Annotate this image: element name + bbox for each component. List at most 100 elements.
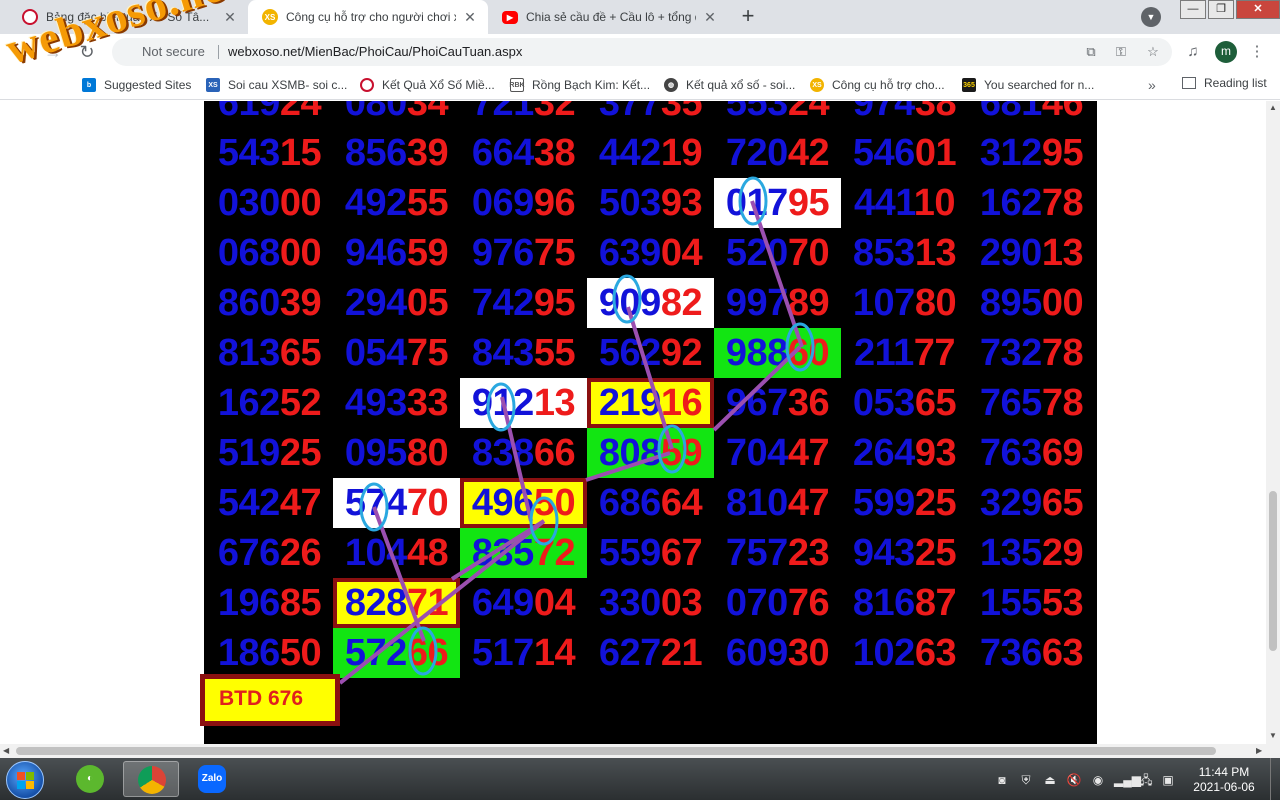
address-bar[interactable]: Not secure webxoso.net/MienBac/PhoiCau/P…	[112, 38, 1172, 66]
scroll-down-icon[interactable]: ▼	[1269, 731, 1277, 740]
tab-search-icon[interactable]: ▼	[1141, 7, 1161, 27]
taskbar-zalo[interactable]: Zalo	[184, 761, 240, 797]
horizontal-scrollbar[interactable]: ◀ ▶	[0, 744, 1280, 758]
shield-icon[interactable]: ⛨	[1018, 772, 1034, 788]
number-cell: 68146	[979, 101, 1084, 124]
number-cell: 05365	[852, 382, 957, 424]
close-icon[interactable]: ✕	[462, 9, 478, 26]
close-icon[interactable]: ✕	[702, 9, 718, 26]
board-row: 54315 85639 66438 44219 72042 54601 31295	[204, 128, 1097, 178]
avatar[interactable]: m	[1215, 41, 1237, 63]
xs-icon: XS	[206, 78, 220, 92]
bookmark-ket-qua[interactable]: Kết Quả Xổ Số Miề...	[360, 76, 495, 94]
number-cell: 97675	[471, 232, 576, 274]
tab-1[interactable]: Bảng đặc biệt tuần Xổ Số Tâ... ✕	[8, 0, 248, 34]
tab-title: Bảng đặc biệt tuần Xổ Số Tâ...	[46, 10, 210, 24]
menu-icon[interactable]: ⋮	[1246, 41, 1268, 63]
bookmark-soi-cau[interactable]: XS Soi cau XSMB- soi c...	[206, 76, 347, 94]
number-cell: 51925	[217, 432, 322, 474]
number-cell: 75723	[725, 532, 830, 574]
vertical-scrollbar[interactable]: ▲ ▼	[1266, 101, 1280, 744]
number-cell: 07076	[725, 582, 830, 624]
usb-icon[interactable]: ⏏	[1042, 772, 1058, 788]
tab-title: Chia sẻ cầu đề + Cầu lô + tổng đ...	[526, 10, 696, 24]
number-cell: 55324	[725, 101, 830, 124]
reading-list-button[interactable]: Reading list	[1182, 76, 1267, 90]
number-cell: 21177	[853, 332, 956, 374]
number-cell: 91213	[460, 378, 587, 428]
bookmark-cong-cu[interactable]: XS Công cụ hỗ trợ cho...	[810, 76, 945, 94]
tab-2-active[interactable]: XS Công cụ hỗ trợ cho người chơi x... ✕	[248, 0, 488, 34]
show-desktop-button[interactable]	[1270, 758, 1280, 800]
window-controls: — ❐ ✕	[1178, 0, 1280, 20]
start-button[interactable]	[6, 761, 44, 799]
display-icon[interactable]: ▣	[1160, 772, 1176, 788]
number-cell: 19685	[217, 582, 322, 624]
bookmark-label: Suggested Sites	[104, 78, 192, 92]
number-cell: 26493	[852, 432, 957, 474]
omnibox-divider	[218, 45, 219, 59]
close-icon[interactable]: ✕	[222, 9, 238, 26]
system-clock[interactable]: 11:44 PM 2021-06-06	[1184, 765, 1264, 795]
scroll-left-icon[interactable]: ◀	[3, 746, 9, 755]
restore-icon[interactable]: ❐	[1208, 0, 1234, 19]
bookmark-rong-bach-kim[interactable]: RBK Rồng Bạch Kim: Kết...	[509, 76, 650, 94]
coccoc-icon: ◐	[76, 765, 104, 793]
number-cell: 10263	[852, 632, 957, 674]
minimize-icon[interactable]: —	[1180, 0, 1206, 19]
scroll-up-icon[interactable]: ▲	[1269, 103, 1277, 112]
vertical-scroll-thumb[interactable]	[1269, 491, 1277, 651]
lottery-icon	[360, 78, 374, 92]
forward-icon[interactable]: →	[42, 41, 64, 63]
tab-3[interactable]: ▶ Chia sẻ cầu đề + Cầu lô + tổng đ... ✕	[488, 0, 728, 34]
number-cell: 49650	[460, 478, 587, 528]
bookmarks-bar: b Suggested Sites XS Soi cau XSMB- soi c…	[0, 70, 1280, 100]
install-app-icon[interactable]: ⧉	[1082, 43, 1100, 61]
number-cell: 37735	[598, 101, 703, 124]
number-cell: 85313	[852, 232, 957, 274]
btd-label: BTD 676	[200, 674, 340, 726]
window-close-icon[interactable]: ✕	[1236, 0, 1280, 19]
back-icon[interactable]: ←	[10, 41, 32, 63]
chevron-right-icon[interactable]: »	[1148, 77, 1156, 93]
key-icon[interactable]: ⚿	[1112, 43, 1130, 61]
globe-icon: ◍	[664, 78, 678, 92]
number-cell: 10780	[852, 282, 957, 324]
number-cell: 54601	[852, 132, 957, 174]
new-tab-button[interactable]: +	[736, 5, 760, 28]
number-cell: 06800	[217, 232, 322, 274]
url-text[interactable]: webxoso.net/MienBac/PhoiCau/PhoiCauTuan.…	[228, 44, 522, 59]
number-cell: 76369	[979, 432, 1084, 474]
bookmark-label: Kết quả xổ số - soi...	[686, 78, 796, 92]
taskbar-coccoc[interactable]: ◐	[62, 761, 118, 797]
reload-icon[interactable]: ↻	[76, 41, 98, 63]
security-label[interactable]: Not secure	[142, 44, 205, 59]
bookmark-star-icon[interactable]: ☆	[1144, 43, 1162, 61]
365-icon: 365	[962, 78, 976, 92]
number-cell: 54315	[217, 132, 322, 174]
network-icon[interactable]: 🖧	[1138, 772, 1154, 788]
network-globe-icon[interactable]: ◉	[1090, 772, 1106, 788]
board-row: 03000 49255 06996 50393 01795 44110 16278	[204, 178, 1097, 228]
number-cell: 68664	[598, 482, 703, 524]
media-controls-icon[interactable]: ♫	[1182, 41, 1204, 63]
board-row: 54247 57470 49650 68664 81047 59925 32965	[204, 478, 1097, 528]
bing-icon: b	[82, 78, 96, 92]
number-cell: 66438	[471, 132, 576, 174]
zalo-tray-icon[interactable]: ◙	[994, 772, 1010, 788]
number-cell: 09580	[344, 432, 449, 474]
number-cell: 13529	[979, 532, 1084, 574]
bookmark-suggested-sites[interactable]: b Suggested Sites	[82, 76, 191, 94]
signal-icon[interactable]: ▂▄▆	[1114, 772, 1141, 788]
number-cell: 29405	[344, 282, 449, 324]
bookmark-ket-qua-xo-so[interactable]: ◍ Kết quả xổ số - soi...	[664, 76, 795, 94]
number-cell: 03000	[217, 182, 322, 224]
volume-muted-icon[interactable]: 🔇	[1066, 772, 1082, 788]
horizontal-scroll-thumb[interactable]	[16, 747, 1216, 755]
number-cell: 73663	[979, 632, 1084, 674]
scroll-right-icon[interactable]: ▶	[1256, 746, 1262, 755]
bookmark-you-searched[interactable]: 365 You searched for n...	[962, 76, 1094, 94]
number-cell: 72132	[471, 101, 576, 124]
taskbar-chrome[interactable]	[123, 761, 179, 797]
number-cell: 49333	[344, 382, 449, 424]
